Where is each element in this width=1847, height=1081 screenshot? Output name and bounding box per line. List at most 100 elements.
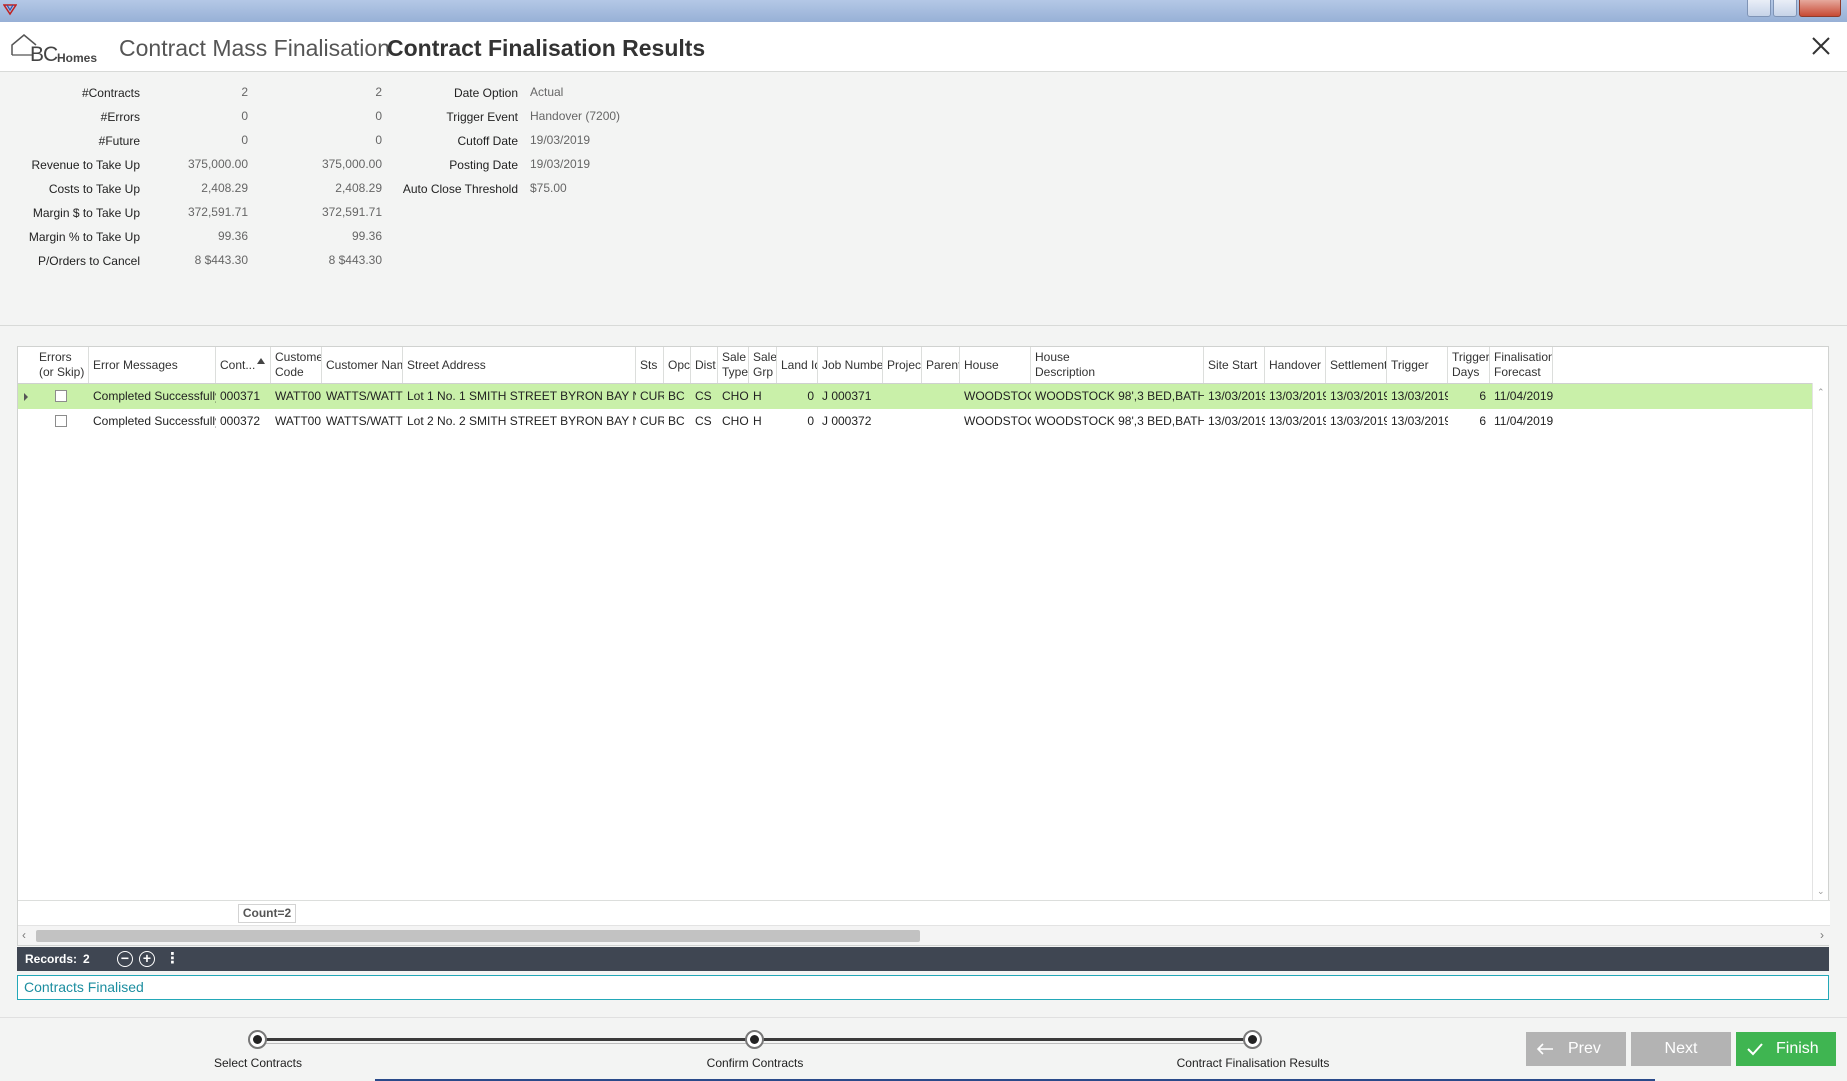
column-header[interactable]: Sts: [636, 347, 664, 383]
skip-checkbox[interactable]: [55, 390, 67, 402]
summary-value-1: 99.36: [217, 229, 248, 243]
app-icon: [3, 4, 17, 16]
column-header[interactable]: Handover: [1265, 347, 1326, 383]
column-header[interactable]: Customer Name: [322, 347, 403, 383]
summary-value-2: 375,000.00: [321, 157, 382, 171]
column-header-label: Settlement: [1330, 357, 1387, 372]
column-header[interactable]: Error Messages: [89, 347, 216, 383]
column-header[interactable]: Errors (or Skip): [35, 347, 89, 383]
column-header-label: Cont...: [220, 357, 256, 372]
column-header[interactable]: Cont...: [216, 347, 271, 383]
column-header[interactable]: Sale Type: [718, 347, 749, 383]
scroll-right-icon[interactable]: ›: [1820, 928, 1824, 942]
step-label-finalisation-results[interactable]: Contract Finalisation Results: [1177, 1056, 1330, 1070]
summary-option-label: Posting Date: [449, 158, 518, 172]
table-row[interactable]: Completed Successfully 000371 WATT00 WATTS/…: [18, 384, 1812, 409]
next-button[interactable]: Next: [1631, 1032, 1731, 1066]
window-close-button[interactable]: [1799, 0, 1841, 17]
column-header-label: Sale Grp: [753, 350, 777, 379]
table-row[interactable]: Completed Successfully 000372 WATT00 WATTS/…: [18, 409, 1812, 434]
records-bar: Records: 2 − + ⋮: [17, 947, 1829, 971]
column-header-label: Handover: [1269, 357, 1322, 372]
column-header-label: Site Start: [1208, 357, 1258, 372]
column-header[interactable]: Project: [883, 347, 922, 383]
more-options-icon[interactable]: ⋮: [165, 950, 180, 968]
column-header-label: Trigger Days: [1452, 350, 1490, 379]
row-indicator-icon: [24, 393, 28, 401]
column-header-label: Land Id: [781, 357, 818, 372]
sort-ascending-icon[interactable]: [257, 358, 265, 364]
summary-label: Margin $ to Take Up: [32, 206, 140, 220]
table-cell: [922, 384, 960, 409]
table-cell: BC: [668, 414, 685, 428]
summary-value-2: 2: [375, 85, 382, 99]
column-header[interactable]: Land Id: [777, 347, 818, 383]
table-cell: 13/03/2019: [1330, 389, 1387, 403]
column-header-label: Errors (or Skip): [39, 350, 85, 379]
summary-option-label: Auto Close Threshold: [402, 182, 518, 196]
table-cell: 13/03/2019: [1269, 414, 1326, 428]
summary-option-value: $75.00: [530, 181, 567, 195]
column-header[interactable]: Customer Code: [271, 347, 322, 383]
prev-button[interactable]: Prev: [1526, 1032, 1626, 1066]
column-header[interactable]: Trigger: [1387, 347, 1448, 383]
summary-value-1: 2,408.29: [201, 181, 248, 195]
expand-plus-icon[interactable]: +: [139, 951, 155, 967]
summary-label: Margin % to Take Up: [28, 230, 140, 244]
column-header[interactable]: Sale Grp: [749, 347, 777, 383]
table-cell: 13/03/2019: [1208, 414, 1265, 428]
scroll-up-icon[interactable]: ⌃: [1817, 387, 1825, 397]
column-header[interactable]: Settlement: [1326, 347, 1387, 383]
vertical-scrollbar[interactable]: ⌃ ⌄: [1812, 383, 1828, 900]
table-cell: 13/03/2019: [1391, 389, 1448, 403]
column-header-label: House: [964, 357, 999, 372]
skip-checkbox[interactable]: [55, 415, 67, 427]
minimize-button[interactable]: [1747, 0, 1771, 17]
horizontal-scrollbar[interactable]: ‹ ›: [18, 925, 1830, 945]
column-header[interactable]: Site Start: [1204, 347, 1265, 383]
results-grid: Errors (or Skip) Error Messages Cont... Cus…: [17, 346, 1830, 946]
table-cell: CHO: [722, 414, 749, 428]
summary-value-1: 2: [241, 85, 248, 99]
scroll-down-icon[interactable]: ⌄: [1817, 886, 1825, 896]
column-header[interactable]: Job Number: [818, 347, 883, 383]
table-cell: Completed Successfully: [93, 389, 216, 403]
summary-label: P/Orders to Cancel: [37, 254, 140, 268]
summary-panel: #Contracts 2 2 #Errors 0 0 #Future 0 0 Revenue to…: [0, 73, 1847, 326]
column-header-label: Opc: [668, 357, 691, 372]
step-node-finalisation-results[interactable]: [1243, 1030, 1262, 1049]
table-cell: Lot 2 No. 2 SMITH STREET BYRON BAY NSW 2…: [407, 414, 636, 428]
column-header[interactable]: Opc: [664, 347, 691, 383]
summary-option-value: 19/03/2019: [530, 157, 591, 171]
step-label-select-contracts[interactable]: Select Contracts: [214, 1056, 302, 1070]
summary-option-value: Actual: [530, 85, 564, 99]
logo-bc-text: BC: [30, 43, 58, 66]
table-cell: 13/03/2019: [1269, 389, 1326, 403]
logo-homes-text: Homes: [57, 51, 98, 65]
column-header[interactable]: House: [960, 347, 1031, 383]
table-cell: J 000372: [822, 414, 872, 428]
scroll-left-icon[interactable]: ‹: [22, 928, 26, 942]
column-header[interactable]: Trigger Days: [1448, 347, 1490, 383]
step-node-select-contracts[interactable]: [248, 1030, 267, 1049]
summary-value-1: 372,591.71: [187, 205, 248, 219]
records-label: Records:: [25, 952, 78, 966]
horizontal-scroll-thumb[interactable]: [36, 930, 920, 942]
step-node-confirm-contracts[interactable]: [745, 1030, 764, 1049]
column-header[interactable]: Street Address: [403, 347, 636, 383]
step-label-confirm-contracts[interactable]: Confirm Contracts: [707, 1056, 804, 1070]
table-cell: 13/03/2019: [1208, 389, 1265, 403]
summary-label: #Errors: [100, 110, 140, 124]
column-header[interactable]: Dist: [691, 347, 718, 383]
maximize-button[interactable]: [1773, 0, 1797, 17]
summary-label: Revenue to Take Up: [31, 158, 140, 172]
column-header[interactable]: House Description: [1031, 347, 1204, 383]
table-cell: Completed Successfully: [93, 414, 216, 428]
column-header-label: Trigger: [1391, 357, 1429, 372]
finish-button[interactable]: Finish: [1736, 1032, 1836, 1066]
column-header[interactable]: Parent: [922, 347, 960, 383]
checkmark-icon: [1747, 1043, 1763, 1056]
close-icon[interactable]: [1807, 32, 1835, 60]
collapse-minus-icon[interactable]: −: [117, 951, 133, 967]
column-header[interactable]: Finalisation Forecast: [1490, 347, 1553, 383]
